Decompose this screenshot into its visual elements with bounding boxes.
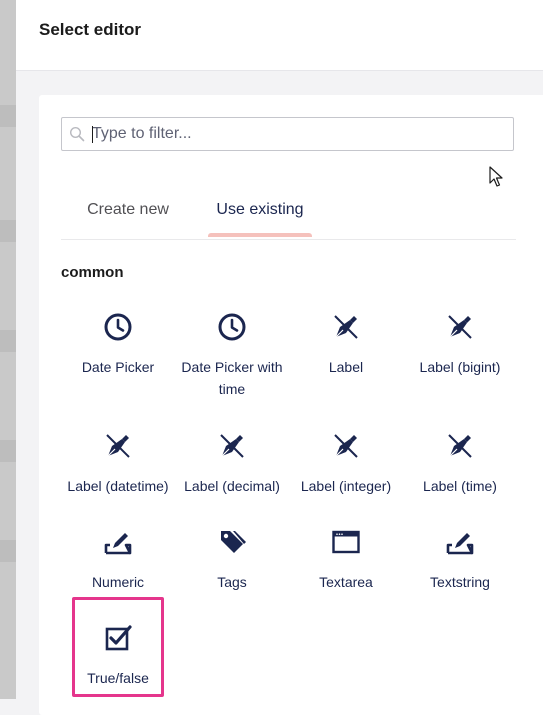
editor-item-label: Textarea [319,574,373,590]
editor-item-date-picker-with-time[interactable]: Date Picker with time [175,312,289,400]
editor-item-label: True/false [87,670,149,686]
editor-item-label[interactable]: Label [289,312,403,378]
editor-item-true-false[interactable]: True/false [61,623,175,689]
editor-item-label-datetime[interactable]: Label (datetime) [61,431,175,497]
edit-field-icon [446,533,474,555]
editor-item-label: Label (datetime) [67,478,169,494]
pen-nib-icon [334,315,358,339]
editor-item-tags[interactable]: Tags [175,527,289,593]
editor-item-label: Label (bigint) [419,359,501,375]
editor-item-label: Textstring [430,574,490,590]
editor-item-label: Date Picker with time [181,359,283,397]
mouse-cursor-icon [489,166,503,187]
tab-create-new[interactable]: Create new [83,191,173,237]
tags-icon [221,531,246,553]
editor-item-label: Tags [217,574,247,590]
editor-item-date-picker[interactable]: Date Picker [61,312,175,378]
editor-item-label-integer[interactable]: Label (integer) [289,431,403,497]
checkbox-icon [105,625,132,651]
group-title: common [61,264,124,281]
editor-item-label: Label (time) [423,478,497,494]
tab-use-existing[interactable]: Use existing [208,191,312,237]
pen-nib-icon [334,434,358,458]
pen-nib-icon [106,434,130,458]
editor-item-textstring[interactable]: Textstring [403,527,517,593]
search-input[interactable] [90,118,502,150]
editor-item-label-time[interactable]: Label (time) [403,431,517,497]
editor-item-label: Date Picker [81,359,155,375]
editor-item-label: Label (decimal) [184,478,280,494]
editor-item-label-decimal[interactable]: Label (decimal) [175,431,289,497]
search-box[interactable] [61,117,514,151]
tab-bar: Create new Use existing [61,191,516,240]
panel-title: Select editor [39,20,142,39]
panel-header: Select editor [16,0,543,70]
clock-icon [218,313,246,341]
text-caret [92,126,93,143]
clock-icon [104,313,132,341]
search-icon [69,126,85,142]
pen-nib-icon [448,315,472,339]
editor-item-numeric[interactable]: Numeric [61,527,175,593]
editor-item-label: Numeric [91,574,145,590]
pen-nib-icon [448,434,472,458]
editor-item-textarea[interactable]: Textarea [289,527,403,593]
editor-item-label-bigint[interactable]: Label (bigint) [403,312,517,378]
editor-picker-panel: Select editor Create new Use existing co… [16,0,543,715]
window-icon [332,530,360,554]
editor-item-label: Label [328,359,364,375]
backdrop [0,0,16,699]
pen-nib-icon [220,434,244,458]
editor-item-label: Label (integer) [300,478,392,494]
editor-card: Create new Use existing common Date Pick… [39,95,543,715]
edit-field-icon [104,533,132,555]
active-tab-indicator [208,233,312,237]
